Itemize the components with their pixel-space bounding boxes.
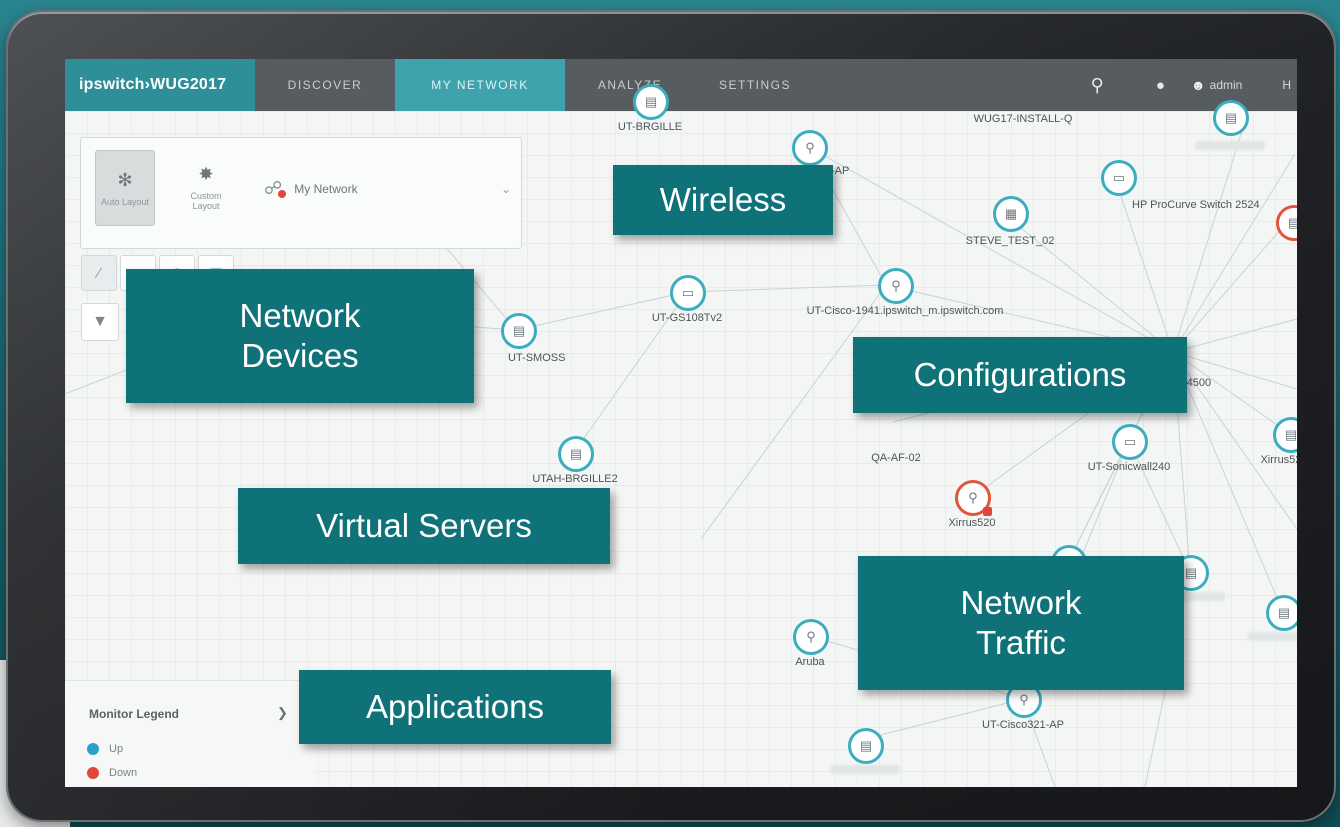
legend-label: Down xyxy=(109,767,138,779)
nav-actions: ⚲ ● ☻ admin H xyxy=(1065,59,1297,111)
network-selector[interactable]: ☍ My Network xyxy=(264,178,358,199)
user-name: admin xyxy=(1209,78,1243,92)
device-label-obscured xyxy=(830,765,900,774)
device-label: UT-SMOSS xyxy=(508,352,566,364)
device-label: STEVE_TEST_02 xyxy=(965,235,1055,247)
tab-discover[interactable]: DISCOVER xyxy=(255,59,395,111)
device-label-obscured xyxy=(1248,632,1297,641)
auto-layout-button[interactable]: ✻ Auto Layout xyxy=(95,150,155,226)
legend-label: Up xyxy=(109,743,124,755)
callout-virtual-servers: Virtual Servers xyxy=(238,488,610,564)
user-icon: ☻ xyxy=(1190,77,1206,93)
status-up-dot xyxy=(87,743,99,755)
legend-title: Monitor Legend xyxy=(89,707,179,721)
server-icon: ▤ xyxy=(1213,100,1249,136)
top-nav: ipswitch›WUG2017 DISCOVER MY NETWORK ANA… xyxy=(65,59,1297,111)
auto-layout-icon: ✻ xyxy=(117,169,133,190)
device-label: UT-Cisco-1941.ipswitch_m.ipswitch.com xyxy=(806,305,1004,317)
wireless-ap-icon: ⚲ xyxy=(955,480,992,516)
switch-icon: ▭ xyxy=(670,275,706,311)
tab-analyze[interactable]: ANALYZE xyxy=(565,59,695,111)
auto-layout-label: Auto Layout xyxy=(100,196,150,207)
callout-text: Traffic xyxy=(976,624,1066,661)
layout-panel: ✻ Auto Layout ✸ Custom Layout ☍ My Netwo… xyxy=(80,137,522,249)
server-icon: ▤ xyxy=(501,313,537,349)
down-status-dot xyxy=(278,189,287,198)
user-menu[interactable]: ☻ admin xyxy=(1191,77,1242,93)
server-icon: ▤ xyxy=(848,728,884,764)
tablet-frame: ipswitch›WUG2017 DISCOVER MY NETWORK ANA… xyxy=(8,12,1334,820)
device-label: -4500 xyxy=(1183,377,1212,389)
callout-text: Network xyxy=(960,583,1082,621)
custom-layout-label: Custom Layout xyxy=(190,190,222,211)
search-icon[interactable]: ⚲ xyxy=(1091,75,1104,96)
device-label: QA-AF-02 xyxy=(871,452,921,464)
wireless-ap-icon: ⚲ xyxy=(793,619,829,655)
device-label: -AP xyxy=(831,165,850,177)
switch-icon: ▭ xyxy=(1101,160,1137,196)
tab-settings[interactable]: SETTINGS xyxy=(695,59,815,111)
workstation-icon: ▦ xyxy=(993,196,1029,232)
callout-network-traffic: Network Traffic xyxy=(858,556,1184,690)
device-label: HP ProCurve Switch 2524 xyxy=(1132,199,1260,211)
device-label: Xirrus520 xyxy=(1260,454,1297,466)
device-label: UT-Sonicwall240 xyxy=(1087,461,1171,473)
network-name: My Network xyxy=(294,181,358,196)
device-label: UTAH-BRGILLE2 xyxy=(532,473,618,485)
router-icon: ⚲ xyxy=(878,268,914,304)
server-icon: ▤ xyxy=(1266,595,1297,631)
help-menu[interactable]: H xyxy=(1282,78,1291,92)
callout-applications: Applications xyxy=(299,670,611,744)
callout-network-devices: Network Devices xyxy=(126,269,474,403)
custom-layout-button[interactable]: ✸ Custom Layout xyxy=(177,150,235,224)
device-label: Xirrus520 xyxy=(948,517,996,529)
callout-text: Network xyxy=(239,296,361,334)
device-label: Aruba xyxy=(795,656,825,668)
firewall-icon: ▭ xyxy=(1112,424,1148,460)
device-label: WUG17-INSTALL-Q xyxy=(973,113,1073,125)
device-label-obscured xyxy=(1195,141,1265,150)
bell-icon[interactable]: ● xyxy=(1156,77,1165,94)
device-label: UT-Cisco321-AP xyxy=(982,719,1064,731)
link-view-icon[interactable]: ∕ xyxy=(81,255,117,291)
server-icon: ▤ xyxy=(633,84,669,120)
tab-my-network[interactable]: MY NETWORK xyxy=(395,59,565,111)
monitor-legend: Monitor Legend ❯ Up Down xyxy=(65,680,315,787)
alert-badge xyxy=(983,507,992,516)
callout-text: Devices xyxy=(241,337,359,374)
status-down-dot xyxy=(87,767,99,779)
server-icon: ▤ xyxy=(558,436,594,472)
callout-configurations: Configurations xyxy=(853,337,1187,413)
custom-layout-icon: ✸ xyxy=(198,163,214,184)
chevron-down-icon[interactable]: ❯ xyxy=(277,705,288,721)
legend-item-up: Up xyxy=(87,743,123,755)
chevron-down-icon[interactable]: ⌄ xyxy=(501,182,511,196)
device-label: UT-GS108Tv2 xyxy=(651,312,723,324)
filter-icon[interactable]: ▼ xyxy=(81,303,119,341)
wireless-ap-icon: ⚲ xyxy=(792,130,828,166)
callout-wireless: Wireless xyxy=(613,165,833,235)
brand-logo[interactable]: ipswitch›WUG2017 xyxy=(65,59,255,111)
legend-item-down: Down xyxy=(87,767,137,779)
device-label: UT-BRGILLE xyxy=(617,121,683,133)
